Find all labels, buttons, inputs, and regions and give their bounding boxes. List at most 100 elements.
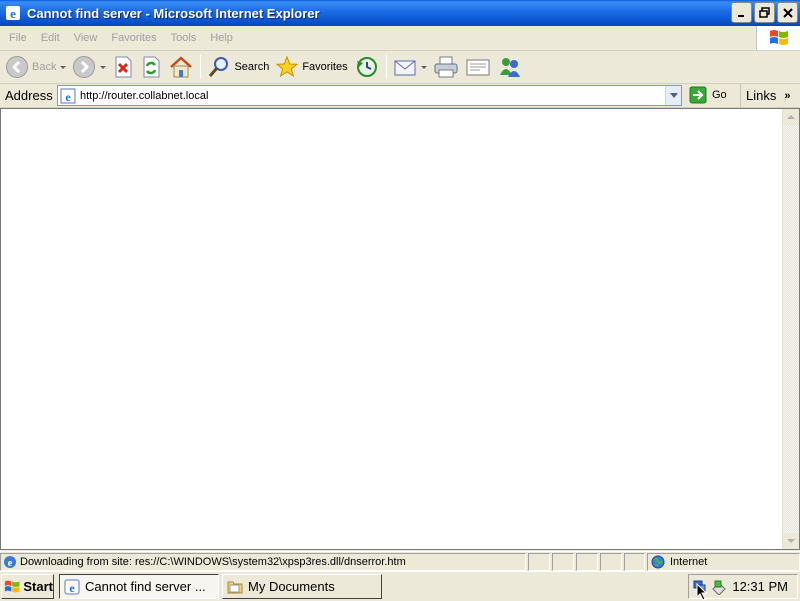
menu-edit[interactable]: Edit [41, 32, 60, 44]
status-main-pane: e Downloading from site: res://C:\WINDOW… [0, 553, 526, 571]
arrow-up-icon [787, 115, 795, 119]
stop-icon [115, 56, 132, 78]
status-bar: e Downloading from site: res://C:\WINDOW… [0, 551, 800, 571]
links-label: Links [746, 88, 777, 103]
address-label: Address [5, 88, 53, 103]
ie-icon: e [6, 6, 20, 21]
task-button-ie[interactable]: e Cannot find server ... [59, 574, 219, 599]
go-button[interactable]: Go [689, 86, 727, 104]
menu-favorites[interactable]: Favorites [111, 32, 156, 44]
title-bar[interactable]: e Cannot find server - Microsoft Interne… [0, 0, 800, 26]
chevron-down-icon [669, 92, 678, 98]
home-icon [170, 56, 193, 78]
menu-file[interactable]: File [9, 32, 27, 44]
edit-button[interactable] [462, 53, 494, 81]
close-button[interactable] [777, 2, 798, 23]
refresh-button[interactable] [137, 53, 165, 81]
task-label: Cannot find server ... [85, 579, 206, 594]
messenger-button[interactable] [494, 53, 526, 81]
status-pane [624, 553, 645, 571]
status-pane [600, 553, 622, 571]
svg-text:e: e [10, 6, 16, 21]
zone-label: Internet [670, 556, 708, 568]
vertical-scrollbar[interactable] [782, 109, 799, 549]
mail-button[interactable] [390, 53, 430, 81]
chevron-down-icon[interactable] [60, 65, 67, 69]
forward-button[interactable] [69, 53, 109, 81]
history-button[interactable] [351, 53, 383, 81]
go-label: Go [712, 89, 727, 101]
svg-text:e: e [65, 90, 71, 104]
globe-icon [651, 555, 665, 569]
chevron-down-icon[interactable] [100, 65, 107, 69]
address-input[interactable]: e http://router.collabnet.local [57, 85, 682, 106]
go-arrow-icon [689, 86, 707, 104]
ie-icon: e [64, 579, 80, 595]
ie-status-icon: e [4, 556, 16, 569]
svg-text:e: e [69, 581, 75, 595]
address-dropdown-button[interactable] [665, 86, 681, 105]
refresh-icon [143, 56, 160, 78]
scroll-down-button[interactable] [783, 533, 799, 549]
caption-buttons [731, 2, 798, 23]
security-zone[interactable]: Internet [647, 553, 800, 571]
start-button[interactable]: Start [1, 574, 54, 599]
menu-bar: File Edit View Favorites Tools Help [0, 26, 800, 51]
home-button[interactable] [165, 53, 197, 81]
back-button[interactable]: Back [2, 53, 69, 81]
restore-icon [759, 7, 770, 18]
menu-help[interactable]: Help [210, 32, 233, 44]
arrow-down-icon [787, 539, 795, 543]
clock: 12:31 PM [732, 579, 788, 594]
window-title: Cannot find server - Microsoft Internet … [27, 5, 320, 21]
chevron-right-icon[interactable]: » [784, 90, 790, 102]
close-icon [782, 7, 793, 18]
messenger-icon [499, 58, 520, 77]
windows-logo [756, 26, 800, 50]
status-text: Downloading from site: res://C:\WINDOWS\… [20, 556, 406, 568]
status-pane [576, 553, 598, 571]
security-center-icon[interactable] [711, 579, 727, 595]
search-icon [209, 57, 229, 77]
start-label: Start [23, 579, 53, 594]
menu-tools[interactable]: Tools [171, 32, 197, 44]
history-icon [356, 57, 377, 77]
restore-button[interactable] [754, 2, 775, 23]
folder-icon [227, 581, 243, 593]
favorites-label: Favorites [302, 61, 348, 73]
minimize-icon [737, 14, 744, 17]
mail-icon [394, 60, 416, 76]
windows-flag-icon [4, 580, 20, 592]
mouse-cursor-icon [696, 583, 708, 601]
scroll-up-button[interactable] [783, 109, 799, 125]
toolbar-separator [200, 55, 202, 79]
task-label: My Documents [248, 579, 335, 594]
links-toolbar[interactable]: Links » [740, 84, 790, 107]
toolbar-separator [385, 55, 387, 79]
back-label: Back [32, 61, 57, 73]
search-label: Search [234, 61, 270, 73]
print-icon [434, 56, 458, 78]
browser-content[interactable] [0, 108, 800, 550]
address-bar: Address e http://router.collabnet.local … [0, 84, 800, 108]
scroll-track[interactable] [783, 125, 799, 533]
favorites-button[interactable]: Favorites [272, 53, 350, 81]
standard-toolbar: Back Search Favorites [0, 51, 800, 84]
stop-button[interactable] [109, 53, 137, 81]
page-icon: e [60, 88, 76, 104]
taskbar: Start e Cannot find server ... My Docume… [0, 571, 800, 601]
task-button-my-documents[interactable]: My Documents [222, 574, 382, 599]
search-button[interactable]: Search [204, 53, 272, 81]
address-value[interactable]: http://router.collabnet.local [80, 90, 208, 102]
windows-flag-icon [769, 30, 788, 45]
minimize-button[interactable] [731, 2, 752, 23]
print-button[interactable] [430, 53, 462, 81]
status-pane [528, 553, 550, 571]
forward-arrow-icon [73, 56, 96, 78]
status-pane [552, 553, 574, 571]
back-arrow-icon [6, 56, 28, 78]
chevron-down-icon[interactable] [420, 65, 427, 69]
menu-view[interactable]: View [74, 32, 98, 44]
edit-icon [466, 59, 490, 76]
svg-text:e: e [8, 558, 13, 569]
